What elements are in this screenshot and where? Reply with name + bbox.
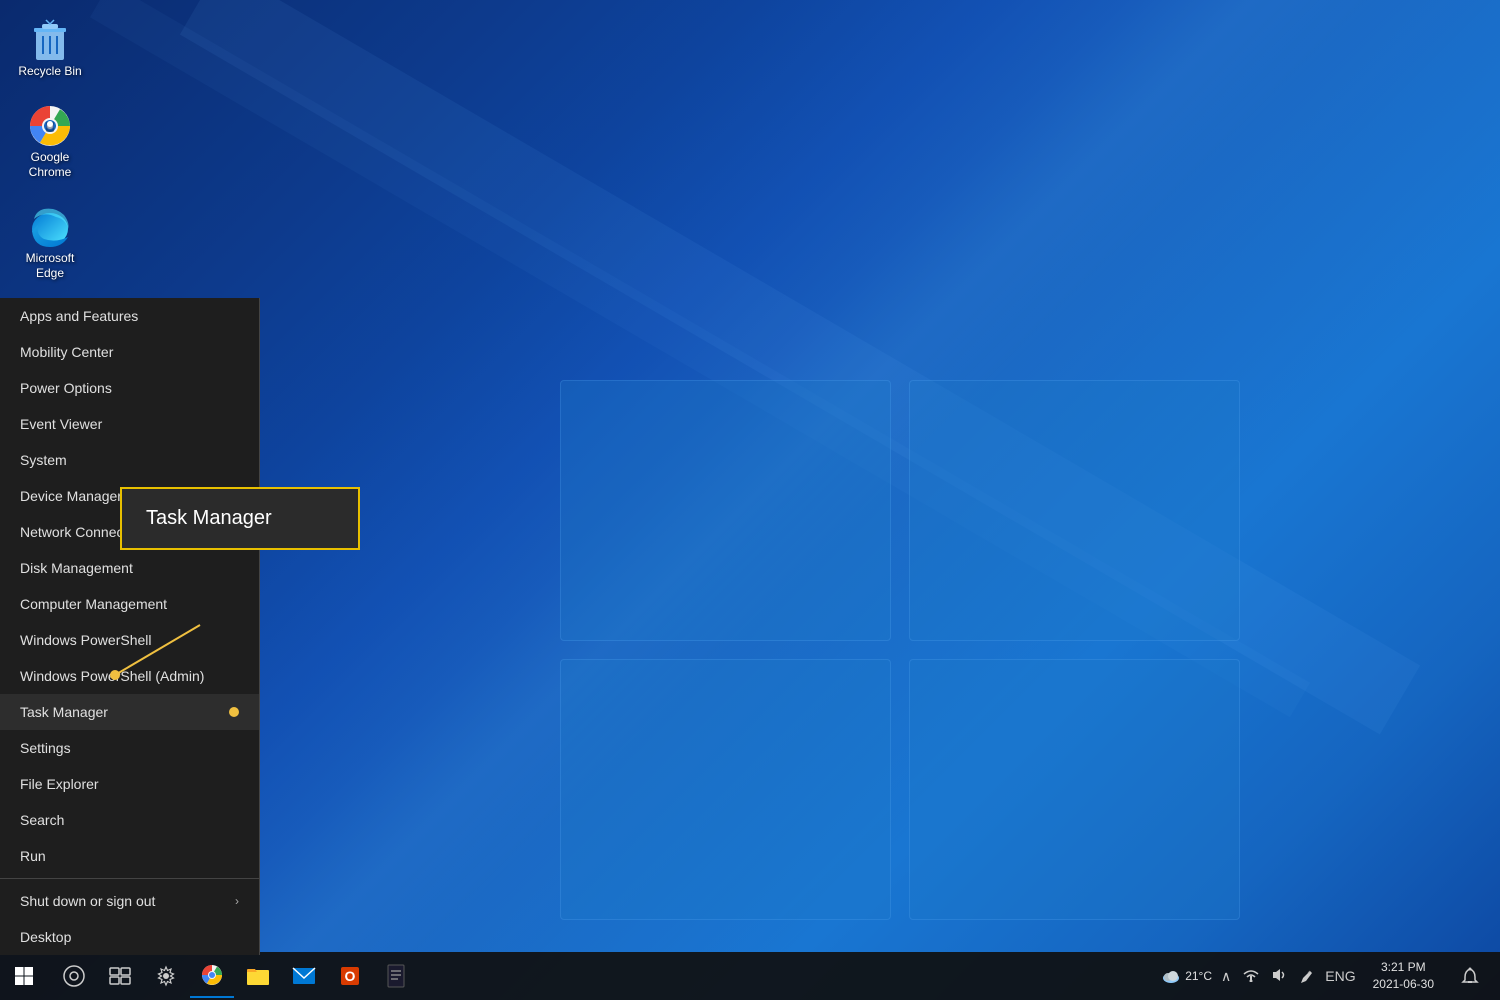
windows-logo-decoration [560, 380, 1240, 920]
menu-item-power-options[interactable]: Power Options [0, 370, 259, 406]
microsoft-edge-icon[interactable]: Microsoft Edge [10, 197, 90, 288]
context-menu: Apps and Features Mobility Center Power … [0, 298, 260, 955]
menu-item-event-viewer[interactable]: Event Viewer [0, 406, 259, 442]
task-manager-tooltip: Task Manager [120, 487, 360, 550]
menu-item-windows-powershell-admin[interactable]: Windows PowerShell (Admin) [0, 658, 259, 694]
menu-item-computer-management[interactable]: Computer Management [0, 586, 259, 622]
menu-item-search[interactable]: Search [0, 802, 259, 838]
taskbar-chrome-icon[interactable] [190, 954, 234, 998]
menu-item-apps-features[interactable]: Apps and Features [0, 298, 259, 334]
recycle-bin-icon[interactable]: Recycle Bin [10, 10, 90, 86]
tray-pen-icon[interactable] [1296, 967, 1316, 986]
taskbar-mail-icon[interactable] [282, 954, 326, 998]
tray-language[interactable]: ENG [1322, 968, 1358, 984]
taskbar-file-explorer-icon[interactable] [236, 954, 280, 998]
google-chrome-label: Google Chrome [16, 150, 84, 181]
recycle-bin-label: Recycle Bin [18, 64, 81, 80]
taskbar-notes-icon[interactable] [374, 954, 418, 998]
tray-notification-button[interactable] [1448, 954, 1492, 998]
menu-item-file-explorer[interactable]: File Explorer [0, 766, 259, 802]
tray-speaker-icon[interactable] [1268, 967, 1290, 986]
taskbar-search-button[interactable] [52, 954, 96, 998]
menu-item-mobility-center[interactable]: Mobility Center [0, 334, 259, 370]
google-chrome-icon[interactable]: Google Chrome [10, 96, 90, 187]
menu-item-settings[interactable]: Settings [0, 730, 259, 766]
menu-item-windows-powershell[interactable]: Windows PowerShell [0, 622, 259, 658]
taskbar-office-icon[interactable]: O [328, 954, 372, 998]
menu-item-system[interactable]: System [0, 442, 259, 478]
tray-network-icon[interactable] [1240, 968, 1262, 985]
menu-item-task-manager[interactable]: Task Manager [0, 694, 259, 730]
menu-divider [0, 878, 259, 879]
menu-item-disk-management[interactable]: Disk Management [0, 550, 259, 586]
microsoft-edge-label: Microsoft Edge [16, 251, 84, 282]
tray-weather[interactable]: 21°C [1161, 968, 1212, 984]
taskbar-icons: O [52, 954, 418, 998]
taskbar-task-view-button[interactable] [98, 954, 142, 998]
svg-text:O: O [345, 968, 356, 984]
task-manager-dot [229, 707, 239, 717]
taskbar: O 21°C [0, 952, 1500, 1000]
system-tray: 21°C ∧ [1161, 954, 1500, 998]
menu-item-desktop[interactable]: Desktop [0, 919, 259, 955]
menu-item-shut-down[interactable]: Shut down or sign out › [0, 883, 259, 919]
tray-clock[interactable]: 3:21 PM 2021-06-30 [1365, 959, 1442, 993]
taskbar-settings-icon[interactable] [144, 954, 188, 998]
shut-down-arrow-icon: › [235, 894, 239, 908]
start-button[interactable] [0, 952, 48, 1000]
desktop: Recycle Bin [0, 0, 1500, 1000]
desktop-icons: Recycle Bin [10, 10, 90, 288]
tray-expand-icon[interactable]: ∧ [1218, 968, 1234, 985]
menu-item-run[interactable]: Run [0, 838, 259, 874]
